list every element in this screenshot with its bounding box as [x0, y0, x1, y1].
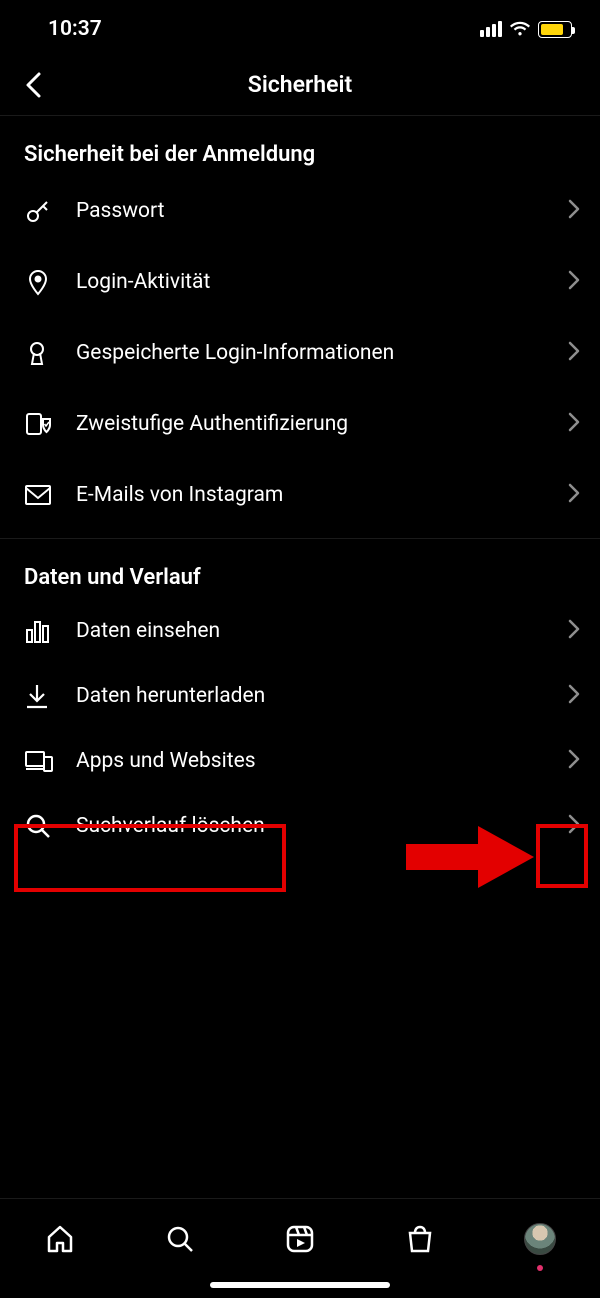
- list-item-label: Daten herunterladen: [64, 684, 568, 708]
- tab-shop[interactable]: [398, 1217, 442, 1261]
- download-icon: [24, 682, 64, 710]
- list-item-clear-search-history[interactable]: Suchverlauf löschen: [0, 793, 600, 858]
- list-item-label: Zweistufige Authentifizierung: [64, 412, 568, 436]
- mail-icon: [24, 484, 64, 506]
- page-title: Sicherheit: [248, 71, 352, 98]
- list-item-password[interactable]: Passwort: [0, 175, 600, 246]
- chevron-right-icon: [568, 749, 580, 773]
- list-data-history: Daten einsehen Daten herunterladen Apps …: [0, 598, 600, 858]
- notification-dot-icon: [537, 1265, 543, 1271]
- list-item-apps-websites[interactable]: Apps und Websites: [0, 728, 600, 793]
- list-item-label: Gespeicherte Login-Informationen: [64, 341, 568, 365]
- chevron-right-icon: [568, 814, 580, 838]
- key-icon: [24, 197, 64, 225]
- cellular-signal-icon: [480, 21, 502, 37]
- list-item-label: Passwort: [64, 199, 568, 223]
- chevron-right-icon: [568, 270, 580, 294]
- status-icons: [480, 21, 572, 38]
- list-item-label: Suchverlauf löschen: [64, 814, 568, 838]
- section-header-login-security: Sicherheit bei der Anmeldung: [0, 116, 600, 175]
- chevron-right-icon: [568, 483, 580, 507]
- chevron-right-icon: [568, 684, 580, 708]
- status-time: 10:37: [48, 17, 102, 41]
- list-item-download-data[interactable]: Daten herunterladen: [0, 663, 600, 728]
- chevron-right-icon: [568, 341, 580, 365]
- search-icon: [24, 812, 64, 840]
- tab-search[interactable]: [158, 1217, 202, 1261]
- list-item-label: Apps und Websites: [64, 749, 568, 773]
- tab-reels[interactable]: [278, 1217, 322, 1261]
- shield-device-icon: [24, 410, 64, 438]
- bar-chart-icon: [24, 618, 64, 644]
- chevron-right-icon: [568, 412, 580, 436]
- list-login-security: Passwort Login-Aktivität Gespeicherte Lo…: [0, 175, 600, 530]
- list-item-two-factor[interactable]: Zweistufige Authentifizierung: [0, 388, 600, 459]
- list-item-label: Login-Aktivität: [64, 270, 568, 294]
- list-item-login-activity[interactable]: Login-Aktivität: [0, 246, 600, 317]
- home-indicator: [210, 1282, 390, 1288]
- battery-icon: [538, 21, 572, 38]
- list-item-emails[interactable]: E-Mails von Instagram: [0, 459, 600, 530]
- tab-profile[interactable]: [518, 1217, 562, 1261]
- list-item-view-data[interactable]: Daten einsehen: [0, 598, 600, 663]
- devices-icon: [24, 749, 64, 773]
- back-button[interactable]: [18, 70, 48, 100]
- tab-home[interactable]: [38, 1217, 82, 1261]
- page-header: Sicherheit: [0, 54, 600, 116]
- status-bar: 10:37: [0, 0, 600, 54]
- chevron-right-icon: [568, 619, 580, 643]
- avatar: [524, 1223, 556, 1255]
- list-item-saved-login[interactable]: Gespeicherte Login-Informationen: [0, 317, 600, 388]
- wifi-icon: [509, 21, 531, 37]
- list-item-label: Daten einsehen: [64, 619, 568, 643]
- chevron-right-icon: [568, 199, 580, 223]
- location-pin-icon: [24, 267, 64, 297]
- list-item-label: E-Mails von Instagram: [64, 483, 568, 507]
- keyhole-icon: [24, 338, 64, 368]
- section-header-data-history: Daten und Verlauf: [0, 539, 600, 598]
